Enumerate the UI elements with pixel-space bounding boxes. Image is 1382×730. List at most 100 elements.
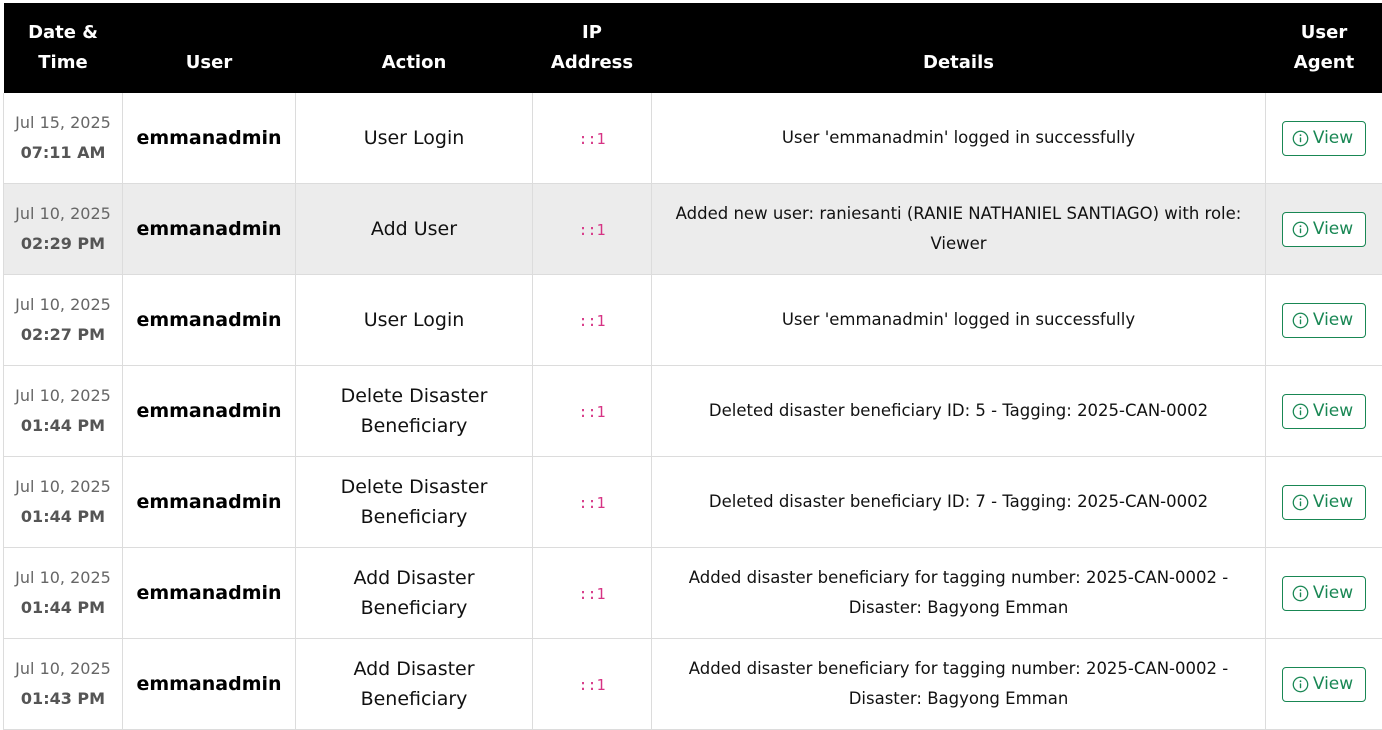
log-action: User Login bbox=[304, 305, 524, 335]
log-details: Added disaster beneficiary for tagging n… bbox=[660, 654, 1257, 714]
action-cell: Add Disaster Beneficiary bbox=[296, 548, 533, 639]
log-time: 02:29 PM bbox=[12, 229, 114, 259]
user-cell: emmanadmin bbox=[123, 184, 296, 275]
user-agent-cell: View bbox=[1266, 184, 1382, 275]
info-circle-icon bbox=[1292, 221, 1309, 238]
header-user: User bbox=[123, 3, 296, 93]
header-ip: IP Address bbox=[533, 3, 652, 93]
view-button-label: View bbox=[1313, 674, 1353, 694]
datetime-cell: Jul 10, 2025 02:27 PM bbox=[4, 275, 123, 366]
header-user-agent-label: User Agent bbox=[1289, 18, 1359, 78]
log-user: emmanadmin bbox=[136, 127, 281, 149]
user-agent-cell: View bbox=[1266, 639, 1382, 730]
log-action: Add User bbox=[304, 214, 524, 244]
view-button-label: View bbox=[1313, 310, 1353, 330]
datetime-cell: Jul 10, 2025 01:44 PM bbox=[4, 548, 123, 639]
action-cell: User Login bbox=[296, 93, 533, 184]
ip-cell: ::1 bbox=[533, 639, 652, 730]
action-cell: Delete Disaster Beneficiary bbox=[296, 366, 533, 457]
view-button-label: View bbox=[1313, 219, 1353, 239]
log-action: Add Disaster Beneficiary bbox=[304, 563, 524, 623]
view-user-agent-button[interactable]: View bbox=[1282, 303, 1366, 338]
action-cell: User Login bbox=[296, 275, 533, 366]
table-row: Jul 15, 2025 07:11 AM emmanadmin User Lo… bbox=[4, 93, 1382, 184]
table-row: Jul 10, 2025 01:44 PM emmanadmin Delete … bbox=[4, 366, 1382, 457]
log-details: User 'emmanadmin' logged in successfully bbox=[660, 123, 1257, 153]
log-time: 01:44 PM bbox=[12, 593, 114, 623]
log-user: emmanadmin bbox=[136, 582, 281, 604]
log-ip-address: ::1 bbox=[578, 494, 605, 512]
details-cell: Deleted disaster beneficiary ID: 5 - Tag… bbox=[652, 366, 1266, 457]
table-body: Jul 15, 2025 07:11 AM emmanadmin User Lo… bbox=[4, 93, 1382, 730]
log-ip-address: ::1 bbox=[578, 676, 605, 694]
log-details: Added disaster beneficiary for tagging n… bbox=[660, 563, 1257, 623]
log-details: Added new user: raniesanti (RANIE NATHAN… bbox=[660, 199, 1257, 259]
log-action: Delete Disaster Beneficiary bbox=[304, 381, 524, 441]
log-date: Jul 10, 2025 bbox=[12, 199, 114, 229]
datetime-cell: Jul 15, 2025 07:11 AM bbox=[4, 93, 123, 184]
ip-cell: ::1 bbox=[533, 548, 652, 639]
ip-cell: ::1 bbox=[533, 184, 652, 275]
ip-cell: ::1 bbox=[533, 275, 652, 366]
user-cell: emmanadmin bbox=[123, 93, 296, 184]
ip-cell: ::1 bbox=[533, 457, 652, 548]
log-user: emmanadmin bbox=[136, 400, 281, 422]
details-cell: User 'emmanadmin' logged in successfully bbox=[652, 275, 1266, 366]
header-datetime: Date & Time bbox=[4, 3, 123, 93]
ip-cell: ::1 bbox=[533, 366, 652, 457]
log-details: Deleted disaster beneficiary ID: 7 - Tag… bbox=[660, 487, 1257, 517]
view-user-agent-button[interactable]: View bbox=[1282, 394, 1366, 429]
header-details: Details bbox=[652, 3, 1266, 93]
view-user-agent-button[interactable]: View bbox=[1282, 485, 1366, 520]
view-user-agent-button[interactable]: View bbox=[1282, 667, 1366, 702]
log-details: User 'emmanadmin' logged in successfully bbox=[660, 305, 1257, 335]
log-date: Jul 10, 2025 bbox=[12, 290, 114, 320]
log-time: 01:43 PM bbox=[12, 684, 114, 714]
datetime-cell: Jul 10, 2025 01:44 PM bbox=[4, 457, 123, 548]
user-agent-cell: View bbox=[1266, 93, 1382, 184]
log-time: 02:27 PM bbox=[12, 320, 114, 350]
details-cell: Deleted disaster beneficiary ID: 7 - Tag… bbox=[652, 457, 1266, 548]
header-action: Action bbox=[296, 3, 533, 93]
header-datetime-label: Date & Time bbox=[23, 18, 103, 78]
action-cell: Delete Disaster Beneficiary bbox=[296, 457, 533, 548]
table-row: Jul 10, 2025 01:44 PM emmanadmin Add Dis… bbox=[4, 548, 1382, 639]
log-ip-address: ::1 bbox=[578, 585, 605, 603]
view-user-agent-button[interactable]: View bbox=[1282, 121, 1366, 156]
log-date: Jul 10, 2025 bbox=[12, 654, 114, 684]
header-details-label: Details bbox=[658, 18, 1260, 78]
log-date: Jul 15, 2025 bbox=[12, 108, 114, 138]
view-user-agent-button[interactable]: View bbox=[1282, 212, 1366, 247]
info-circle-icon bbox=[1292, 312, 1309, 329]
log-ip-address: ::1 bbox=[578, 312, 605, 330]
table-header: Date & Time User Action IP Address Detai… bbox=[4, 3, 1382, 93]
user-agent-cell: View bbox=[1266, 366, 1382, 457]
header-action-label: Action bbox=[302, 18, 527, 78]
log-date: Jul 10, 2025 bbox=[12, 563, 114, 593]
header-user-label: User bbox=[129, 18, 290, 78]
log-details: Deleted disaster beneficiary ID: 5 - Tag… bbox=[660, 396, 1257, 426]
log-user: emmanadmin bbox=[136, 491, 281, 513]
details-cell: Added new user: raniesanti (RANIE NATHAN… bbox=[652, 184, 1266, 275]
log-user: emmanadmin bbox=[136, 673, 281, 695]
audit-log-view: Date & Time User Action IP Address Detai… bbox=[0, 0, 1382, 721]
details-cell: User 'emmanadmin' logged in successfully bbox=[652, 93, 1266, 184]
user-agent-cell: View bbox=[1266, 548, 1382, 639]
log-time: 01:44 PM bbox=[12, 502, 114, 532]
view-button-label: View bbox=[1313, 128, 1353, 148]
info-circle-icon bbox=[1292, 676, 1309, 693]
log-user: emmanadmin bbox=[136, 218, 281, 240]
table-row: Jul 10, 2025 02:27 PM emmanadmin User Lo… bbox=[4, 275, 1382, 366]
header-ip-label: IP Address bbox=[547, 18, 637, 78]
datetime-cell: Jul 10, 2025 02:29 PM bbox=[4, 184, 123, 275]
table-row: Jul 10, 2025 01:44 PM emmanadmin Delete … bbox=[4, 457, 1382, 548]
info-circle-icon bbox=[1292, 130, 1309, 147]
user-cell: emmanadmin bbox=[123, 639, 296, 730]
table-row: Jul 10, 2025 01:43 PM emmanadmin Add Dis… bbox=[4, 639, 1382, 730]
view-button-label: View bbox=[1313, 401, 1353, 421]
view-user-agent-button[interactable]: View bbox=[1282, 576, 1366, 611]
audit-log-table: Date & Time User Action IP Address Detai… bbox=[3, 3, 1382, 730]
log-date: Jul 10, 2025 bbox=[12, 472, 114, 502]
log-action: Add Disaster Beneficiary bbox=[304, 654, 524, 714]
log-action: Delete Disaster Beneficiary bbox=[304, 472, 524, 532]
